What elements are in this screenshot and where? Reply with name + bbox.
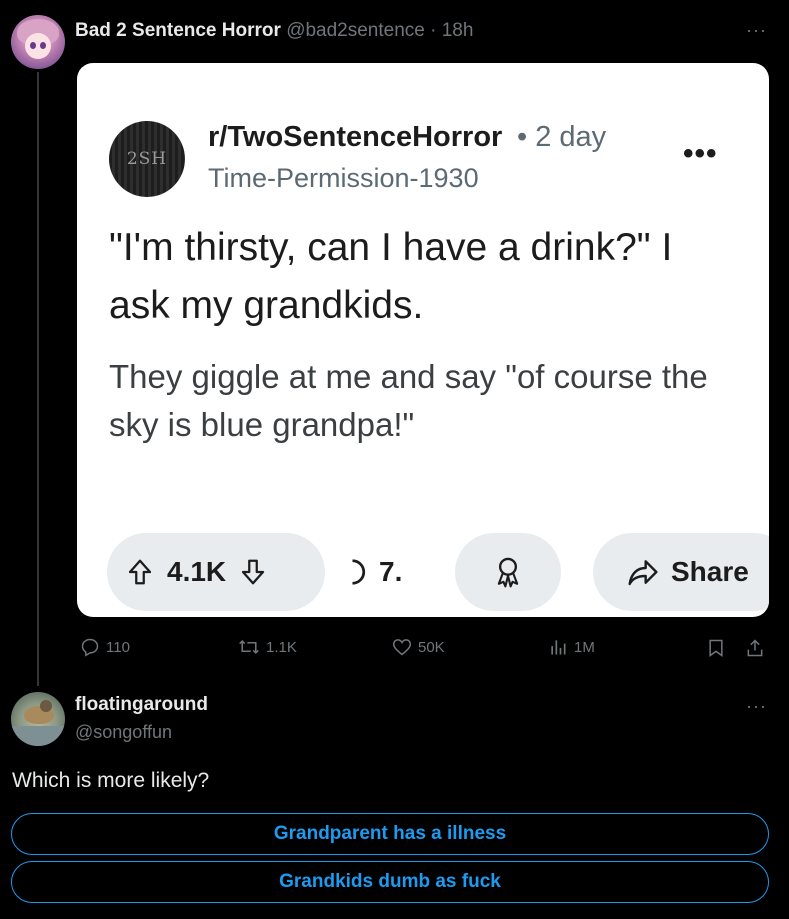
more-options-icon[interactable]: ···: [746, 20, 767, 41]
reply-author-name[interactable]: floatingaround: [75, 694, 208, 716]
subreddit-icon: 2SH: [109, 121, 185, 197]
post-username: Time-Permission-1930: [208, 163, 479, 193]
reply-action[interactable]: 110: [80, 637, 130, 657]
views-count: 1M: [574, 638, 595, 656]
bookmark-icon[interactable]: [706, 638, 726, 658]
comment-count: 7.: [379, 556, 403, 587]
retweet-action[interactable]: 1.1K: [238, 637, 297, 657]
tweet-image[interactable]: 2SH r/TwoSentenceHorror • 2 day Time-Per…: [77, 63, 769, 617]
downvote-icon: [242, 559, 265, 585]
vote-pill: 4.1K: [107, 533, 325, 611]
award-icon: [497, 557, 519, 588]
card-more-icon: •••: [683, 137, 718, 170]
views-action[interactable]: 1M: [548, 637, 595, 657]
post-time: • 2 day: [517, 121, 607, 153]
comment-icon: [352, 559, 366, 585]
retweet-count: 1.1K: [266, 638, 297, 656]
reply-avatar[interactable]: [11, 692, 65, 746]
poll-option[interactable]: Grandkids dumb as fuck: [11, 861, 769, 903]
subreddit-name: r/TwoSentenceHorror: [208, 121, 503, 153]
reply-text: Which is more likely?: [12, 769, 210, 792]
reply-icon: [81, 638, 99, 657]
post-body: They giggle at me and say "of course the…: [109, 358, 708, 443]
views-chart-icon: [551, 640, 566, 655]
heart-icon: [392, 639, 412, 656]
upvote-icon: [128, 559, 152, 585]
share-arrow-icon: [628, 560, 658, 586]
comment-pill: 7.: [347, 533, 417, 611]
post-title: "I'm thirsty, can I have a drink?" I ask…: [109, 226, 673, 327]
like-action[interactable]: 50K: [392, 637, 445, 657]
author-avatar[interactable]: [11, 15, 65, 69]
reply-more-options-icon[interactable]: ···: [746, 696, 767, 717]
share-label: Share: [671, 556, 749, 587]
author-name[interactable]: Bad 2 Sentence Horror: [75, 20, 281, 41]
award-pill: [455, 533, 561, 611]
poll-option[interactable]: Grandparent has a illness: [11, 813, 769, 855]
vote-count: 4.1K: [167, 556, 227, 587]
reply-author-handle[interactable]: @songoffun: [75, 722, 172, 743]
thread-line: [37, 72, 39, 686]
like-count: 50K: [418, 638, 445, 656]
share-icon[interactable]: [745, 638, 765, 658]
author-meta: @bad2sentence · 18h: [286, 20, 474, 41]
reply-count: 110: [106, 638, 130, 656]
retweet-icon: [239, 639, 259, 655]
share-pill: Share: [593, 533, 769, 611]
tweet-header: Bad 2 Sentence Horror @bad2sentence · 18…: [75, 19, 473, 43]
